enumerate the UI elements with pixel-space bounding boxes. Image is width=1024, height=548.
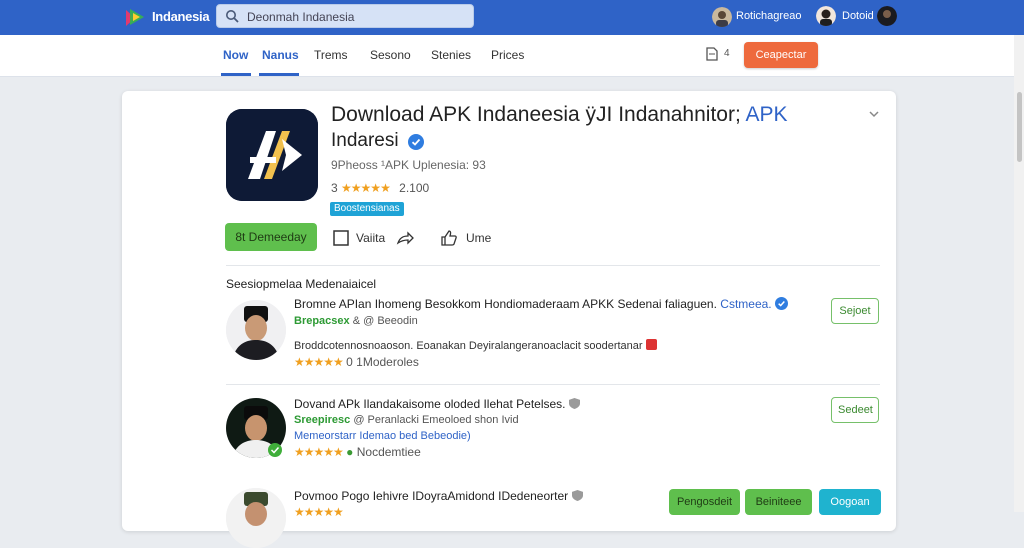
verified-icon [774,297,788,310]
review-text: Broddcotennosnoaoson. Eoanakan Deyiralan… [294,339,657,352]
share-icon[interactable] [396,229,414,247]
user-name[interactable]: Rotichagreao [736,10,801,22]
document-icon[interactable] [706,47,718,61]
brand-name[interactable]: Indanesia [152,9,210,24]
nav-item-nanus[interactable]: Nanus [262,48,299,62]
review-title: Dovand APk Ilandakaisome oloded Ilehat P… [294,397,580,411]
review-stars: ★★★★★ [294,445,344,459]
app-title-blue: APK [745,103,788,126]
nav-item-prices[interactable]: Prices [491,48,524,62]
review-sub-text: @ Peranlacki Emeoloed shon Ivid [353,414,519,426]
divider [226,265,880,266]
app-rating: 3 ★★★★★ 2.100 [331,181,429,195]
user-avatar[interactable] [712,7,732,27]
review-rating: ★★★★★ 0 1Moderoles [294,355,419,369]
notification-count: 4 [724,48,730,59]
action-button-2[interactable]: Beiniteee [745,489,812,515]
app-title: Download APK Indaneesia ÿJI Indanahnitor… [331,103,788,126]
user2-name[interactable]: Dotoid [842,10,874,22]
install-button[interactable]: 8t Demeeday [225,223,317,251]
app-icon[interactable] [226,109,318,201]
review-rating: ★★★★★ ● Nocdemtiee [294,445,421,459]
app-title-line2: Indaresi [331,130,399,151]
app-title-part1: Download APK Indaneesia [331,103,580,126]
reviews-section-title: Seesiopmelaa Medenaiaicel [226,277,377,291]
app-logo-icon [226,109,318,201]
top-bar: Indanesia Rotichagreao Dotoid [0,0,1024,35]
connect-button[interactable]: Ceapectar [744,42,818,68]
review-title: Povmoo Pogo Iehivre IDoyraAmidond IDeden… [294,489,583,503]
online-status-icon [268,443,282,457]
wishlist-label[interactable]: Vaiita [356,231,385,245]
reviewer-avatar[interactable] [226,300,286,360]
review-title-text: Bromne APIan Ihomeng Besokkom Hondiomade… [294,297,717,311]
review-sub-text: & @ Beeodin [352,315,418,327]
select-button[interactable]: Sedeet [831,397,879,423]
review-title-text: Povmoo Pogo Iehivre IDoyraAmidond IDeden… [294,489,569,503]
profile-avatar[interactable] [877,6,897,26]
review-rating: ★★★★★ [294,505,344,519]
scrollbar-thumb[interactable] [1017,92,1022,162]
main-nav: Now Nanus Trems Sesono Stenies Prices 4 … [0,35,1024,77]
review-tag: Sreepiresc [294,414,351,426]
search-input[interactable] [245,8,469,26]
nav-item-trems[interactable]: Trems [314,48,348,62]
review-title: Bromne APIan Ihomeng Besokkom Hondiomade… [294,297,788,311]
checkbox-icon[interactable] [332,229,350,247]
select-button[interactable]: Sejoet [831,298,879,324]
flag-icon [645,339,657,350]
reviewer-avatar[interactable] [226,488,286,548]
review-title-text: Dovand APk Ilandakaisome oloded Ilehat P… [294,397,566,411]
shield-icon [571,490,583,501]
app-title-part2: ÿJI Indanahnitor [585,103,735,126]
review-sub: Sreepiresc @ Peranlacki Emeoloed shon Iv… [294,414,519,426]
brand-logo-icon[interactable] [124,6,146,28]
more-label[interactable]: Ume [466,231,491,245]
like-icon[interactable] [440,229,458,247]
nav-item-now[interactable]: Now [223,48,248,62]
review-text-content: Broddcotennosnoaoson. Eoanakan Deyiralan… [294,340,643,352]
user2-avatar[interactable] [816,6,836,26]
nav-active-underline [221,73,251,76]
app-badge: Boostensianas [330,202,404,216]
chevron-down-icon[interactable] [868,108,880,120]
review-text[interactable]: Memeorstarr Idemao bed Bebeodie) [294,430,471,442]
review-rating-text: Nocdemtiee [356,445,421,459]
divider [226,384,880,385]
review-stars: ★★★★★ [294,355,344,369]
rating-stars: ★★★★★ [341,181,391,195]
action-button-3[interactable]: Oogoan [819,489,881,515]
rating-count: 2.100 [399,181,430,195]
review-sub: Brepacsex & @ Beeodin [294,315,418,327]
action-button-1[interactable]: Pengosdeit [669,489,740,515]
nav-item-stenies[interactable]: Stenies [431,48,471,62]
shield-icon [568,398,580,409]
search-box[interactable] [216,4,474,28]
review-tag: Brepacsex [294,315,350,327]
nav-active-underline-2 [259,73,299,76]
app-meta: 9Pheoss ¹APK Uplenesia: 93 [331,158,486,172]
rating-value: 3 [331,181,338,195]
verified-icon [408,134,424,150]
review-stars: ★★★★★ [294,505,344,519]
review-rating-text: 0 1Moderoles [346,355,419,369]
review-title-link[interactable]: Cstmeea. [720,297,771,311]
search-icon [226,10,239,23]
nav-item-sesono[interactable]: Sesono [370,48,411,62]
